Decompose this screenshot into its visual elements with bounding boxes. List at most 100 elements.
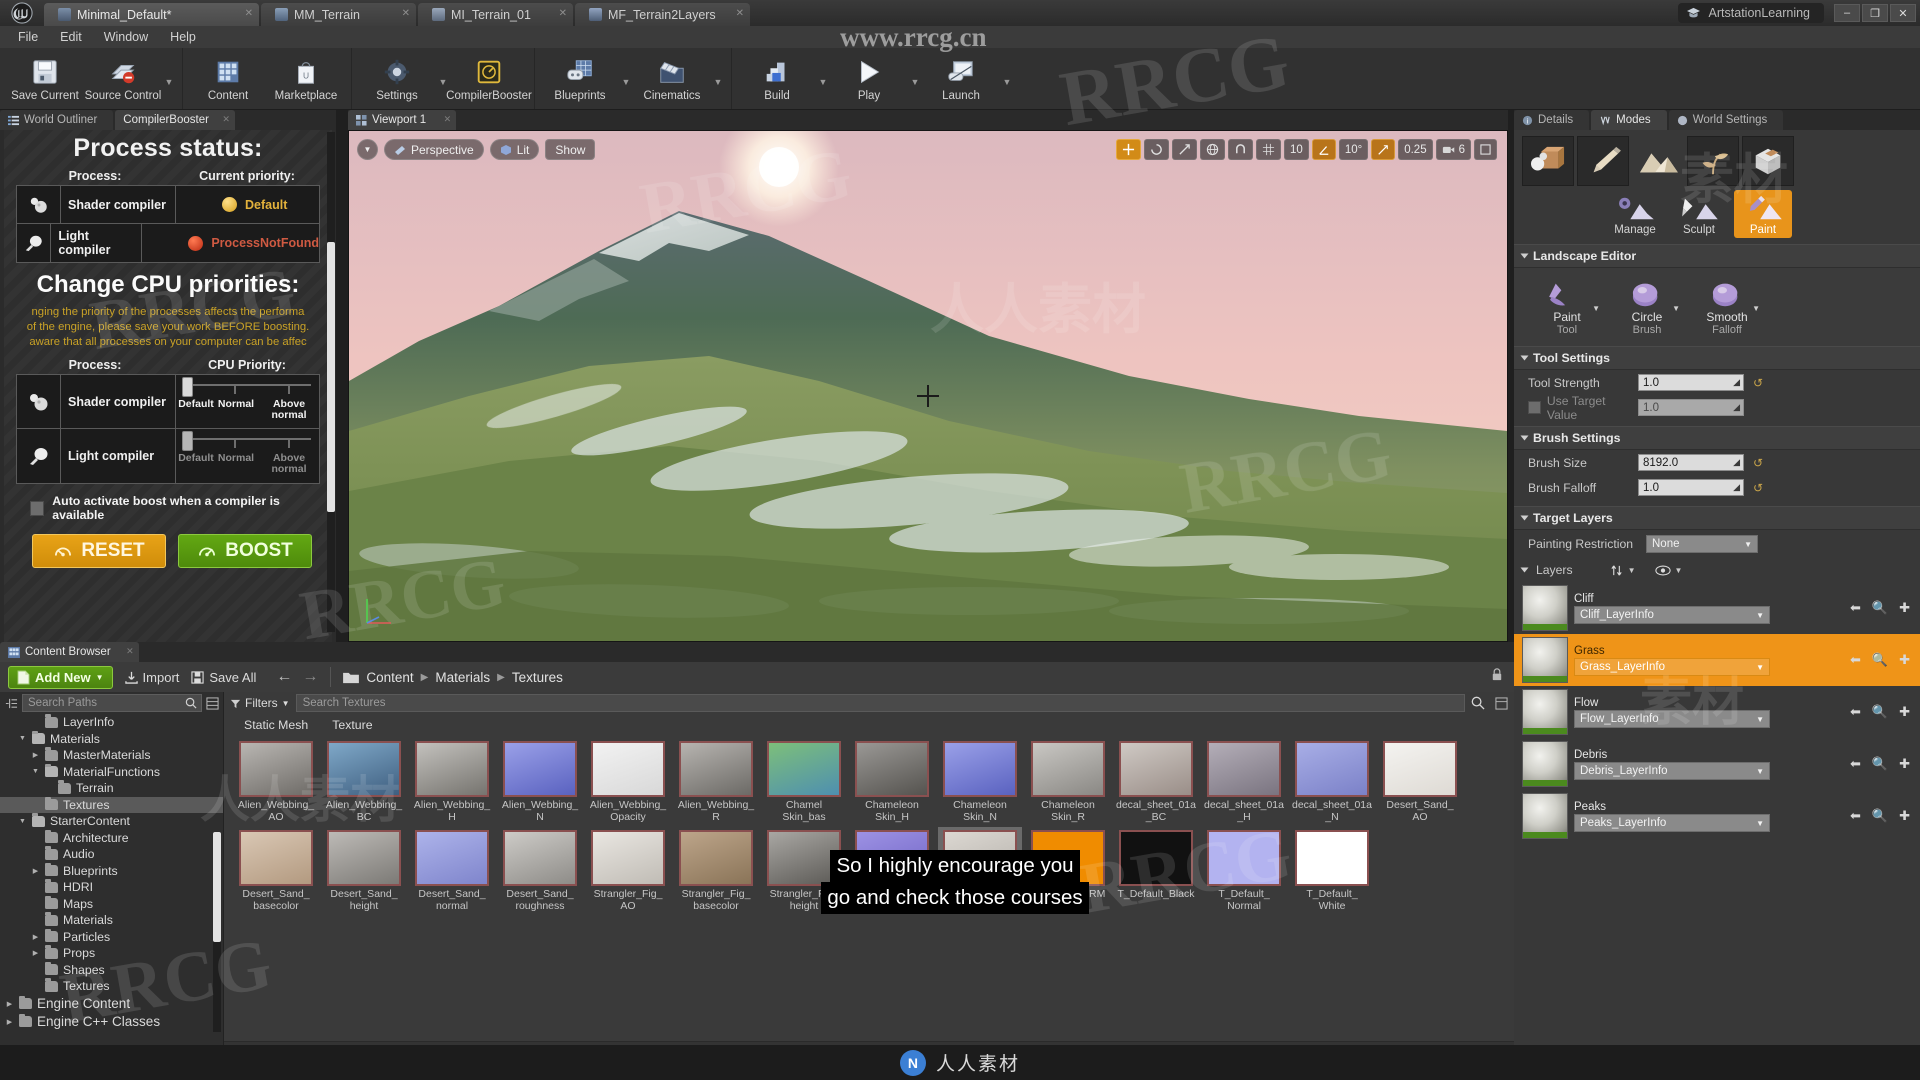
add-layer-icon[interactable]: ✚ [1899, 652, 1910, 668]
landscape-subtool-manage[interactable]: Manage [1606, 190, 1664, 238]
asset-tile[interactable]: Alien_Webbing_ Opacity [586, 738, 670, 825]
asset-tile[interactable]: Chameleon Skin_R [1026, 738, 1110, 825]
layer-row-debris[interactable]: Debris Debris_LayerInfo ▼ ⬅ 🔍 ✚ [1514, 738, 1920, 790]
maximize-button[interactable]: ❐ [1862, 4, 1888, 22]
type-tab-texture[interactable]: Texture [322, 716, 382, 734]
tab-compiler-booster[interactable]: CompilerBooster ✕ [115, 110, 235, 130]
asset-tile[interactable]: Alien_Webbing_ AO [234, 738, 318, 825]
chevron-down-icon[interactable]: ▼ [1672, 304, 1680, 313]
asset-tile[interactable]: Desert_Sand_ height [322, 827, 406, 914]
close-icon[interactable]: ✕ [559, 8, 567, 19]
layers-sort-button[interactable]: ▼ [1610, 564, 1636, 577]
tree-item[interactable]: Audio [0, 846, 223, 863]
target-layers-section[interactable]: Target Layers [1514, 506, 1920, 530]
search-icon[interactable] [1471, 696, 1485, 710]
mode-paint[interactable] [1577, 136, 1629, 186]
lock-icon[interactable] [1490, 667, 1514, 687]
scale-mode-button[interactable] [1172, 139, 1198, 160]
spinner-icon[interactable]: ◢ [1733, 377, 1740, 388]
launch-button[interactable]: Launch [922, 48, 1000, 109]
layer-row-cliff[interactable]: Cliff Cliff_LayerInfo ▼ ⬅ 🔍 ✚ [1514, 582, 1920, 634]
tab-viewport-1[interactable]: Viewport 1 ✕ [348, 110, 457, 130]
auto-activate-checkbox[interactable] [30, 500, 45, 516]
chevron-down-icon[interactable]: ▼ [18, 818, 27, 825]
source-control-button[interactable]: Source Control [84, 48, 162, 109]
tree-item[interactable]: Architecture [0, 829, 223, 847]
add-new-button[interactable]: Add New ▼ [8, 665, 113, 689]
breadcrumb-content[interactable]: Content [366, 670, 413, 685]
boost-button[interactable]: BOOST [178, 534, 312, 568]
slider-thumb[interactable] [182, 377, 193, 397]
asset-tile[interactable]: Chameleon Skin_N [938, 738, 1022, 825]
browse-layer-icon[interactable]: 🔍 [1872, 600, 1888, 616]
use-target-value-checkbox[interactable] [1528, 401, 1541, 414]
shader-priority-slider[interactable]: Default Normal Above normal High [176, 375, 332, 428]
camera-mode-button[interactable]: Perspective [384, 139, 484, 160]
menu-window[interactable]: Window [94, 28, 158, 46]
camera-speed-button[interactable]: 6 [1435, 139, 1471, 160]
browse-layer-icon[interactable]: 🔍 [1872, 808, 1888, 824]
add-layer-icon[interactable]: ✚ [1899, 600, 1910, 616]
assign-layer-icon[interactable]: ⬅ [1850, 704, 1861, 720]
search-textures-input[interactable]: Search Textures [295, 694, 1465, 712]
tree-item[interactable]: ▼ Materials [0, 730, 223, 748]
paint-tool-picker[interactable]: Paint Tool ▼ [1536, 278, 1600, 336]
menu-edit[interactable]: Edit [50, 28, 92, 46]
assign-layer-icon[interactable]: ⬅ [1850, 808, 1861, 824]
chevron-down-icon[interactable]: ▼ [1592, 304, 1600, 313]
chevron-right-icon[interactable]: ▶ [31, 949, 40, 957]
layer-info-select[interactable]: Debris_LayerInfo ▼ [1574, 762, 1770, 780]
asset-tile[interactable]: Chamel Skin_bas [762, 738, 846, 825]
tree-item[interactable]: ▶ Blueprints [0, 862, 223, 880]
asset-tile[interactable]: Alien_Webbing_ R [674, 738, 758, 825]
asset-tile[interactable]: Desert_Sand_ basecolor [234, 827, 318, 914]
left-panel-scrollbar[interactable] [327, 132, 335, 632]
asset-tile[interactable]: Desert_Sand_ roughness [498, 827, 582, 914]
play-button[interactable]: Play [830, 48, 908, 109]
asset-tile[interactable]: Alien_Webbing_ N [498, 738, 582, 825]
brush-falloff-input[interactable]: 1.0 ◢ [1638, 479, 1744, 496]
tab-modes[interactable]: Modes [1591, 110, 1667, 130]
asset-tile[interactable]: Alien_Webbing_ H [410, 738, 494, 825]
select-mode-button[interactable] [1116, 139, 1142, 160]
settings-button[interactable]: Settings [358, 48, 436, 109]
viewport-options-button[interactable]: ▼ [357, 139, 378, 160]
view-mode-button[interactable]: Lit [489, 139, 540, 160]
scrollbar-thumb[interactable] [327, 242, 335, 512]
close-icon[interactable]: ✕ [245, 8, 253, 19]
asset-tile[interactable]: T_Default_ Normal [1202, 827, 1286, 914]
chevron-down-icon[interactable]: ▼ [711, 48, 725, 109]
tree-item[interactable]: ▼ StarterContent [0, 813, 223, 830]
assign-layer-icon[interactable]: ⬅ [1850, 756, 1861, 772]
chevron-down-icon[interactable]: ▼ [18, 735, 27, 742]
asset-tile[interactable]: Desert_Sand_ AO [1378, 738, 1462, 825]
chevron-down-icon[interactable]: ▼ [619, 48, 633, 109]
chevron-right-icon[interactable]: ▶ [5, 1000, 14, 1008]
tree-item[interactable]: ▶ MasterMaterials [0, 747, 223, 764]
close-icon[interactable]: ✕ [736, 8, 744, 19]
tree-item[interactable]: LayerInfo [0, 714, 223, 731]
asset-tile[interactable]: decal_sheet_01a _H [1202, 738, 1286, 825]
assign-layer-icon[interactable]: ⬅ [1850, 600, 1861, 616]
layers-visibility-button[interactable]: ▼ [1654, 565, 1682, 576]
layer-row-flow[interactable]: Flow Flow_LayerInfo ▼ ⬅ 🔍 ✚ [1514, 686, 1920, 738]
chevron-right-icon[interactable]: ▶ [31, 751, 40, 759]
chevron-down-icon[interactable]: ▼ [908, 48, 922, 109]
layer-info-select[interactable]: Peaks_LayerInfo ▼ [1574, 814, 1770, 832]
world-space-button[interactable] [1200, 139, 1226, 160]
close-icon[interactable]: ✕ [126, 646, 134, 657]
scrollbar-thumb[interactable] [213, 832, 221, 942]
tree-item[interactable]: ▶ Engine C++ Classes [0, 1013, 223, 1031]
tree-item[interactable]: ▶ Props [0, 945, 223, 962]
breadcrumb-textures[interactable]: Textures [512, 670, 563, 685]
asset-tile[interactable]: Strangler_Fig_ AO [586, 827, 670, 914]
tool-settings-section[interactable]: Tool Settings [1514, 346, 1920, 370]
slider-thumb[interactable] [182, 431, 193, 451]
asset-tile[interactable]: Alien_Webbing_ BC [322, 738, 406, 825]
reset-icon[interactable]: ↺ [1753, 456, 1763, 470]
tree-item[interactable]: Maps [0, 895, 223, 913]
add-layer-icon[interactable]: ✚ [1899, 756, 1910, 772]
editor-tab-1[interactable]: MM_Terrain ✕ [261, 3, 416, 26]
save-current-button[interactable]: Save Current [6, 48, 84, 109]
auto-activate-row[interactable]: Auto activate boost when a compiler is a… [16, 484, 320, 522]
